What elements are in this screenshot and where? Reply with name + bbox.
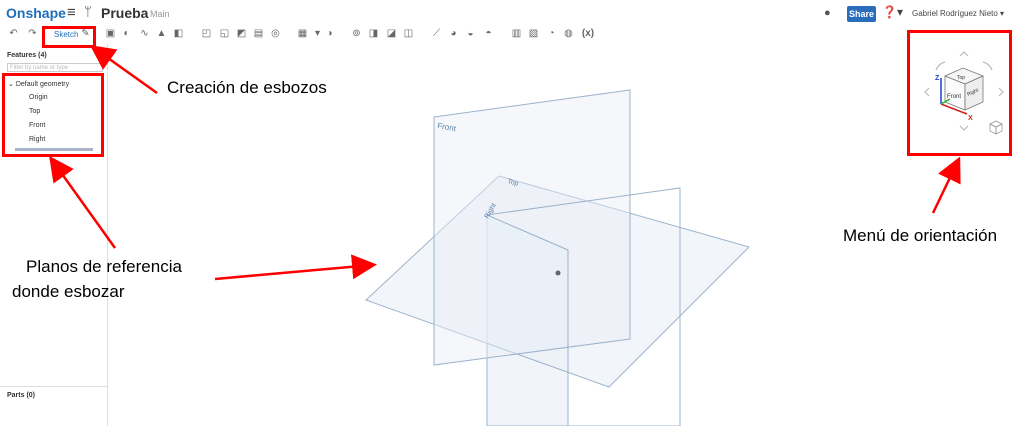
annotation-orientation-menu: Menú de orientación [843, 226, 998, 245]
viewport-canvas[interactable]: Front Top Right [0, 0, 1024, 426]
orientation-highlight-box [907, 30, 1012, 156]
arrow-to-plane-list [49, 155, 117, 249]
arrow-to-view-cube [931, 156, 961, 214]
annotation-reference-planes-line2: donde esbozar [12, 282, 125, 301]
arrow-to-viewport [214, 254, 377, 281]
front-plane[interactable] [433, 89, 631, 366]
sketch-highlight-box [42, 26, 96, 48]
planes-highlight-box [2, 73, 104, 157]
annotation-reference-planes-line1: Planos de referencia [26, 257, 182, 276]
annotation-sketch-creation: Creación de esbozos [167, 78, 327, 97]
origin-point[interactable] [555, 270, 561, 276]
